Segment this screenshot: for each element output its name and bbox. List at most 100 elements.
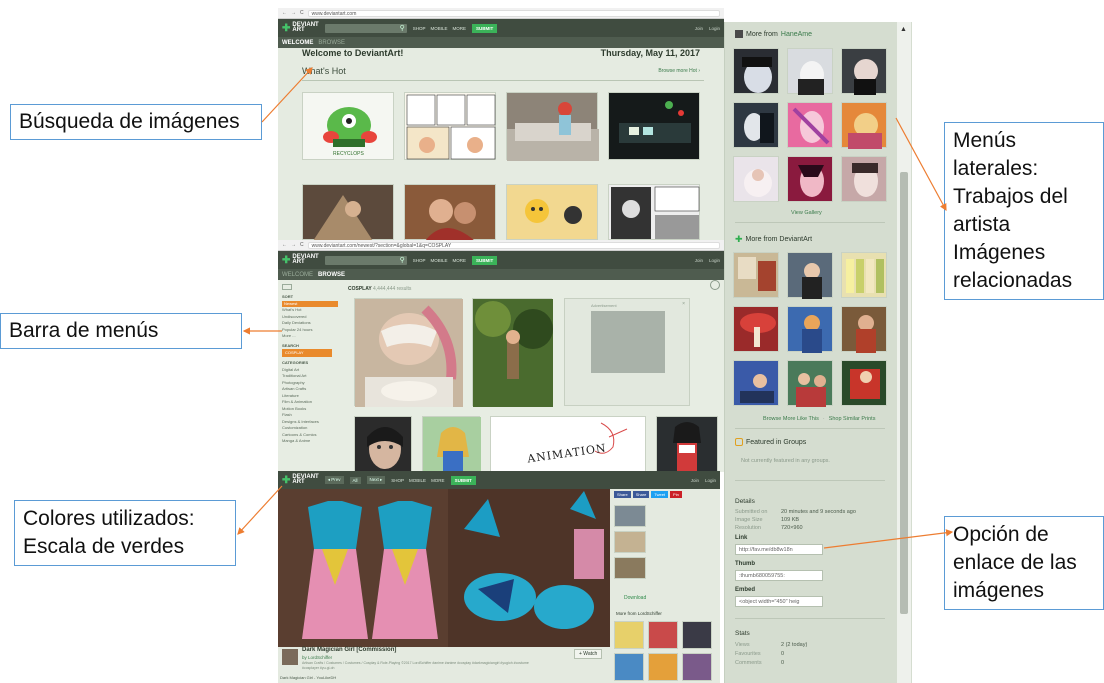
related-thumbnail[interactable] <box>841 306 887 353</box>
search-input[interactable]: ⚲ <box>324 23 407 33</box>
thumbnail-night-scene[interactable] <box>608 92 700 160</box>
artist-work-thumbnail[interactable] <box>841 102 887 149</box>
result-thumbnail-forest-cosplay[interactable] <box>472 298 553 407</box>
embed-code-field[interactable]: <object width="450" heig <box>735 596 823 607</box>
download-link[interactable]: Download <box>624 595 646 601</box>
related-thumbnail[interactable] <box>787 360 833 407</box>
nav-shop[interactable]: SHOP <box>391 478 404 483</box>
thumbnail-comic[interactable] <box>404 92 496 160</box>
next-button[interactable]: Next ▸ <box>366 476 386 484</box>
link-field[interactable]: http://fav.me/db8w18n <box>735 544 823 555</box>
facebook-share-button[interactable]: Share <box>614 491 631 498</box>
related-thumbnail[interactable] <box>841 252 887 298</box>
ad-thumbnail-hotel[interactable] <box>614 505 646 527</box>
address-bar[interactable]: www.deviantart.com/newest/?section=&glob… <box>307 241 720 249</box>
artist-work-thumbnail[interactable] <box>787 102 833 148</box>
submit-button[interactable]: SUBMIT <box>472 23 498 33</box>
shop-similar-prints-link[interactable]: Shop Similar Prints <box>829 416 876 422</box>
browse-more-hot-link[interactable]: Browse more Hot › <box>658 68 700 74</box>
join-link[interactable]: Join <box>691 478 699 483</box>
deviantart-logo[interactable]: ✚ DEVIANT ART <box>282 254 319 265</box>
artist-thumbnail[interactable] <box>614 653 644 681</box>
close-ad-icon[interactable]: × <box>682 301 685 307</box>
pin-button[interactable]: Pin <box>670 491 682 498</box>
tab-welcome[interactable]: WELCOME <box>282 272 313 278</box>
related-thumbnail[interactable] <box>733 360 779 406</box>
nav-mobile[interactable]: MOBILE <box>431 258 448 263</box>
search-input[interactable]: ⚲ <box>324 255 407 265</box>
tweet-button[interactable]: Tweet <box>651 491 669 498</box>
thumb-code-field[interactable]: :thumb680059755: <box>735 570 823 581</box>
related-thumbnail[interactable] <box>733 252 779 298</box>
submit-button[interactable]: SUBMIT <box>450 475 476 485</box>
search-filter-field[interactable]: COSPLAY <box>282 349 332 357</box>
nav-more[interactable]: MORE <box>453 258 467 263</box>
result-thumbnail-sailor-girl[interactable] <box>422 416 481 472</box>
result-thumbnail-sailor-mars[interactable] <box>656 416 718 472</box>
artist-thumbnail[interactable] <box>682 653 712 681</box>
search-icon[interactable]: ⚲ <box>400 256 405 264</box>
nav-shop[interactable]: SHOP <box>413 26 426 31</box>
reload-icon[interactable]: C <box>300 242 304 248</box>
forward-icon[interactable]: → <box>291 242 296 248</box>
back-icon[interactable]: ← <box>282 10 287 16</box>
deviation-author[interactable]: by LordSchiffer <box>302 655 332 660</box>
view-gallery-link[interactable]: View Gallery <box>791 210 822 216</box>
nav-mobile[interactable]: MOBILE <box>409 478 426 483</box>
deviation-image[interactable] <box>278 489 610 647</box>
thumbnail-recyclops[interactable]: RECYCLOPS <box>302 92 394 160</box>
login-link[interactable]: Login <box>705 478 716 483</box>
login-link[interactable]: Login <box>709 258 720 263</box>
prev-button[interactable]: ◂ Prev <box>324 476 344 484</box>
deviantart-logo[interactable]: ✚ DEVIANT ART <box>282 22 319 33</box>
nav-mobile[interactable]: MOBILE <box>431 26 448 31</box>
submit-button[interactable]: SUBMIT <box>472 255 498 265</box>
tab-browse[interactable]: BROWSE <box>318 40 345 46</box>
ad-thumbnail-room[interactable] <box>614 531 646 553</box>
result-thumbnail-masked-cosplay[interactable] <box>354 298 463 407</box>
back-icon[interactable]: ← <box>282 242 287 248</box>
scroll-up-arrow-icon[interactable]: ▲ <box>900 26 907 33</box>
artist-thumbnail[interactable] <box>614 621 644 649</box>
join-link[interactable]: Join <box>695 26 703 31</box>
all-button[interactable]: All <box>349 476 361 484</box>
artist-work-thumbnail[interactable] <box>787 156 833 202</box>
thumbnail-fantasy[interactable] <box>302 184 394 240</box>
tab-browse[interactable]: BROWSE <box>318 272 345 278</box>
related-thumbnail[interactable] <box>841 360 887 406</box>
browse-more-like-this-link[interactable]: Browse More Like This <box>763 416 819 422</box>
thumbnail-character-art[interactable] <box>506 184 598 240</box>
tab-welcome[interactable]: WELCOME <box>282 40 313 46</box>
join-link[interactable]: Join <box>695 258 703 263</box>
thumbnail-manga[interactable] <box>608 184 700 240</box>
artist-work-thumbnail[interactable] <box>733 156 779 202</box>
artist-work-thumbnail[interactable] <box>841 48 887 95</box>
artist-work-thumbnail[interactable] <box>787 48 833 95</box>
nav-shop[interactable]: SHOP <box>413 258 426 263</box>
deviantart-logo[interactable]: ✚ DEVIANT ART <box>282 474 319 485</box>
artist-link[interactable]: HaneAme <box>781 31 812 38</box>
thumbnail-portrait-painting[interactable] <box>404 184 496 240</box>
reload-icon[interactable]: C <box>300 10 304 16</box>
artist-thumbnail[interactable] <box>682 621 712 649</box>
artist-work-thumbnail[interactable] <box>841 156 887 202</box>
artist-work-thumbnail[interactable] <box>733 48 779 94</box>
category-item[interactable]: Manga & Anime <box>282 438 338 445</box>
sort-item-more[interactable]: More ... <box>282 333 338 340</box>
artist-avatar[interactable] <box>282 649 298 665</box>
settings-gear-icon[interactable] <box>710 280 720 290</box>
artist-work-thumbnail[interactable] <box>733 102 779 148</box>
login-link[interactable]: Login <box>709 26 720 31</box>
artist-thumbnail[interactable] <box>648 653 678 681</box>
related-thumbnail[interactable] <box>733 306 779 352</box>
vertical-scrollbar[interactable]: ▲ <box>897 22 911 683</box>
artist-thumbnail[interactable] <box>648 621 678 649</box>
search-icon[interactable]: ⚲ <box>400 24 405 32</box>
related-thumbnail[interactable] <box>787 306 833 353</box>
nav-more[interactable]: MORE <box>431 478 445 483</box>
related-thumbnail[interactable] <box>787 252 833 299</box>
nav-more[interactable]: MORE <box>453 26 467 31</box>
ad-thumbnail-terrace[interactable] <box>614 557 646 579</box>
thumbnail-couch-photo[interactable] <box>506 92 599 161</box>
scrollbar-thumb[interactable] <box>900 172 908 614</box>
